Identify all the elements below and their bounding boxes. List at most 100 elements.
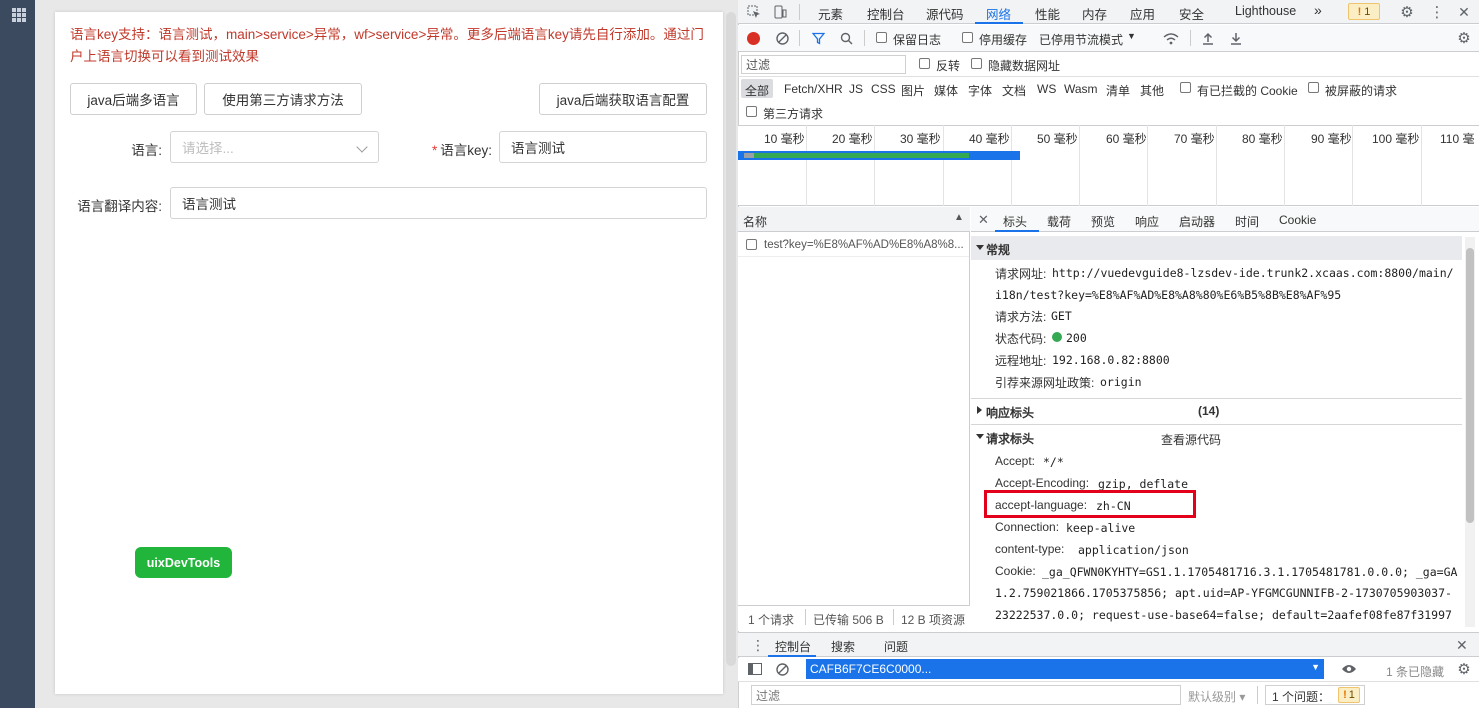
tab-cookies[interactable]: Cookie bbox=[1279, 213, 1316, 227]
sort-ascending-icon[interactable]: ▲ bbox=[954, 212, 964, 223]
tab-application[interactable]: 应用 bbox=[1130, 4, 1155, 23]
language-key-input[interactable]: 语言测试 bbox=[499, 131, 707, 163]
type-ws[interactable]: WS bbox=[1037, 82, 1056, 96]
network-settings-gear-icon[interactable]: ⚙ bbox=[1455, 29, 1473, 47]
language-select[interactable]: 请选择... bbox=[170, 131, 379, 163]
type-media[interactable]: 媒体 bbox=[934, 82, 958, 99]
name-column-header[interactable]: 名称 bbox=[743, 213, 767, 230]
response-headers-count: (14) bbox=[1198, 404, 1220, 418]
type-manifest[interactable]: 清单 bbox=[1106, 82, 1130, 99]
drawer-tab-search[interactable]: 搜索 bbox=[831, 638, 855, 655]
blocked-requests-checkbox[interactable] bbox=[1308, 82, 1319, 93]
uix-devtools-button[interactable]: uixDevTools bbox=[135, 547, 232, 578]
log-level-select[interactable]: 默认级别 ▾ bbox=[1188, 688, 1245, 705]
close-drawer-icon[interactable]: ✕ bbox=[1456, 637, 1468, 654]
drawer-menu-icon[interactable]: ⋮ bbox=[751, 637, 765, 654]
preserve-log-checkbox[interactable] bbox=[876, 32, 887, 43]
record-button-icon[interactable] bbox=[747, 32, 760, 45]
blocked-cookies-checkbox[interactable] bbox=[1180, 82, 1191, 93]
type-doc[interactable]: 文档 bbox=[1002, 82, 1026, 99]
type-css[interactable]: CSS bbox=[871, 82, 896, 96]
view-source-link[interactable]: 查看源代码 bbox=[1161, 431, 1221, 448]
search-icon[interactable] bbox=[838, 30, 854, 46]
console-sidebar-icon[interactable] bbox=[746, 661, 764, 677]
live-expression-eye-icon[interactable] bbox=[1339, 660, 1359, 678]
third-party-request-button[interactable]: 使用第三方请求方法 bbox=[204, 83, 362, 115]
tab-console[interactable]: 控制台 bbox=[867, 4, 905, 23]
timeline-tick-label: 30 毫秒 bbox=[900, 132, 941, 146]
type-other[interactable]: 其他 bbox=[1140, 82, 1164, 99]
request-row-checkbox[interactable] bbox=[746, 239, 757, 250]
filter-funnel-icon[interactable] bbox=[810, 30, 826, 46]
type-img[interactable]: 图片 bbox=[901, 82, 925, 99]
request-url-label: 请求网址: bbox=[995, 267, 1047, 281]
inspect-element-icon[interactable] bbox=[745, 3, 763, 21]
tab-lighthouse[interactable]: Lighthouse bbox=[1235, 4, 1296, 18]
detail-scrollbar-thumb[interactable] bbox=[1466, 248, 1474, 523]
more-options-icon[interactable]: ⋮ bbox=[1428, 3, 1446, 21]
hide-data-urls-checkbox[interactable] bbox=[971, 58, 982, 69]
type-js[interactable]: JS bbox=[849, 82, 863, 96]
tab-elements[interactable]: 元素 bbox=[818, 4, 843, 23]
third-party-checkbox[interactable] bbox=[746, 106, 757, 117]
tab-security[interactable]: 安全 bbox=[1179, 4, 1204, 23]
issues-count-badge: ! 1 bbox=[1338, 687, 1360, 703]
import-har-icon[interactable] bbox=[1200, 30, 1216, 46]
timeline-gridline bbox=[1011, 125, 1012, 206]
cookie-header-value-cont: 1.2.759021866.1705375856; apt.uid=AP-YFG… bbox=[995, 586, 1452, 600]
tab-timing[interactable]: 时间 bbox=[1235, 213, 1259, 230]
third-party-label: 第三方请求 bbox=[763, 107, 824, 121]
filter-input[interactable]: 过滤 bbox=[741, 55, 906, 74]
timeline-queue-bar bbox=[744, 153, 754, 158]
tab-network[interactable]: 网络 bbox=[986, 4, 1011, 23]
invert-checkbox[interactable] bbox=[919, 58, 930, 69]
hidden-messages-count: 1 条已隐藏 bbox=[1386, 665, 1445, 679]
request-url-value: http://vuedevguide8-lzsdev-ide.trunk2.xc… bbox=[1052, 266, 1454, 280]
chevron-down-icon[interactable]: ▼ bbox=[1127, 31, 1136, 41]
drawer-tab-issues[interactable]: 问题 bbox=[884, 638, 908, 655]
remote-address-label: 远程地址: bbox=[995, 354, 1047, 368]
type-all[interactable]: 全部 bbox=[745, 82, 769, 99]
tab-payload[interactable]: 载荷 bbox=[1047, 213, 1071, 230]
translation-content-input[interactable]: 语言测试 bbox=[170, 187, 707, 219]
issues-badge[interactable]: ! 1 bbox=[1348, 3, 1380, 20]
app-grid-icon[interactable] bbox=[12, 8, 26, 22]
java-get-language-config-button[interactable]: java后端获取语言配置 bbox=[539, 83, 707, 115]
tab-sources[interactable]: 源代码 bbox=[926, 4, 964, 23]
request-list-header[interactable] bbox=[738, 207, 970, 232]
disable-cache-checkbox[interactable] bbox=[962, 32, 973, 43]
throttling-select[interactable]: 已停用节流模式 bbox=[1039, 31, 1123, 48]
close-devtools-icon[interactable]: ✕ bbox=[1455, 3, 1473, 21]
console-settings-gear-icon[interactable]: ⚙ bbox=[1455, 660, 1473, 678]
network-conditions-icon[interactable] bbox=[1162, 30, 1180, 46]
clear-log-icon[interactable] bbox=[774, 30, 790, 46]
tab-memory[interactable]: 内存 bbox=[1082, 4, 1107, 23]
settings-gear-icon[interactable]: ⚙ bbox=[1398, 3, 1416, 21]
export-har-icon[interactable] bbox=[1228, 30, 1244, 46]
request-name[interactable]: test?key=%E8%AF%AD%E8%A8%8... bbox=[764, 239, 964, 251]
request-list bbox=[738, 207, 970, 631]
clear-console-icon[interactable] bbox=[774, 661, 790, 677]
tab-preview[interactable]: 预览 bbox=[1091, 213, 1115, 230]
console-filter-input[interactable]: 过滤 bbox=[751, 685, 1181, 705]
device-toolbar-icon[interactable] bbox=[771, 3, 789, 21]
drawer-tab-console[interactable]: 控制台 bbox=[775, 638, 811, 655]
general-section-header[interactable] bbox=[971, 236, 1462, 260]
referrer-policy-label: 引荐来源网址政策: bbox=[995, 376, 1095, 390]
type-wasm[interactable]: Wasm bbox=[1064, 82, 1098, 96]
timeline-gridline bbox=[1421, 125, 1422, 206]
language-key-label: * 语言key: bbox=[400, 139, 492, 159]
tab-response[interactable]: 响应 bbox=[1135, 213, 1159, 230]
type-font[interactable]: 字体 bbox=[968, 82, 992, 99]
type-fetch-xhr[interactable]: Fetch/XHR bbox=[784, 82, 843, 96]
more-tabs-icon[interactable]: » bbox=[1314, 2, 1322, 18]
timeline-gridline bbox=[1284, 125, 1285, 206]
app-scrollbar[interactable] bbox=[726, 12, 736, 666]
language-label: 语言: bbox=[131, 143, 162, 158]
java-multi-language-button[interactable]: java后端多语言 bbox=[70, 83, 197, 115]
tab-initiator[interactable]: 启动器 bbox=[1179, 213, 1215, 230]
close-detail-icon[interactable]: ✕ bbox=[978, 212, 989, 228]
tab-headers[interactable]: 标头 bbox=[1003, 213, 1027, 230]
tab-performance[interactable]: 性能 bbox=[1035, 4, 1060, 23]
javascript-context-select[interactable]: CAFB6F7CE6C0000... ▼ bbox=[806, 659, 1324, 679]
